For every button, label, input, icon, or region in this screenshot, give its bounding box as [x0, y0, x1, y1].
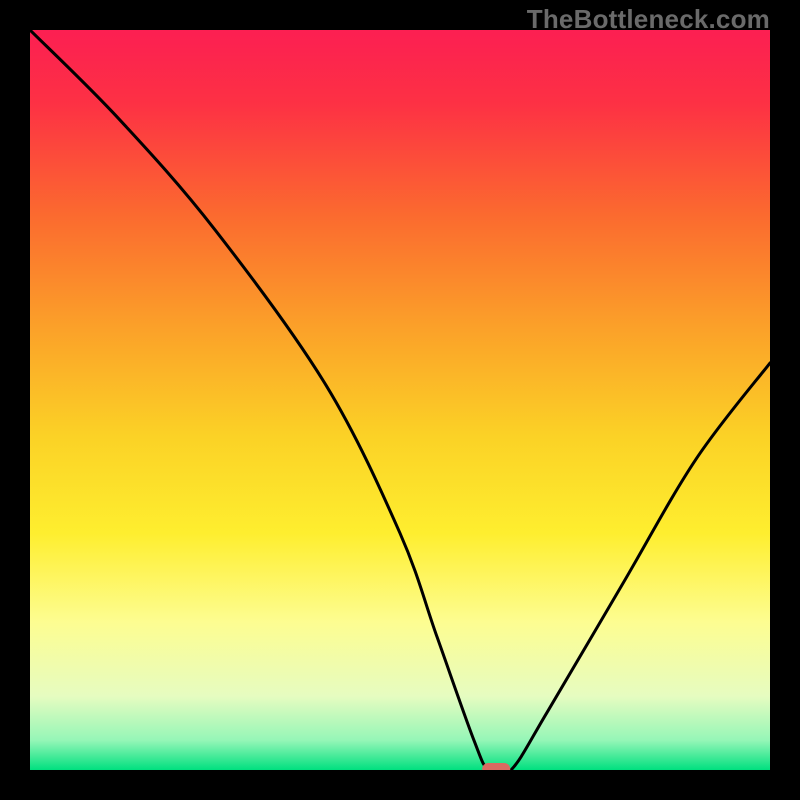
- optimal-marker: [482, 763, 510, 770]
- watermark-text: TheBottleneck.com: [527, 4, 770, 35]
- chart-frame: TheBottleneck.com: [0, 0, 800, 800]
- bottleneck-chart: [30, 30, 770, 770]
- plot-area: [30, 30, 770, 770]
